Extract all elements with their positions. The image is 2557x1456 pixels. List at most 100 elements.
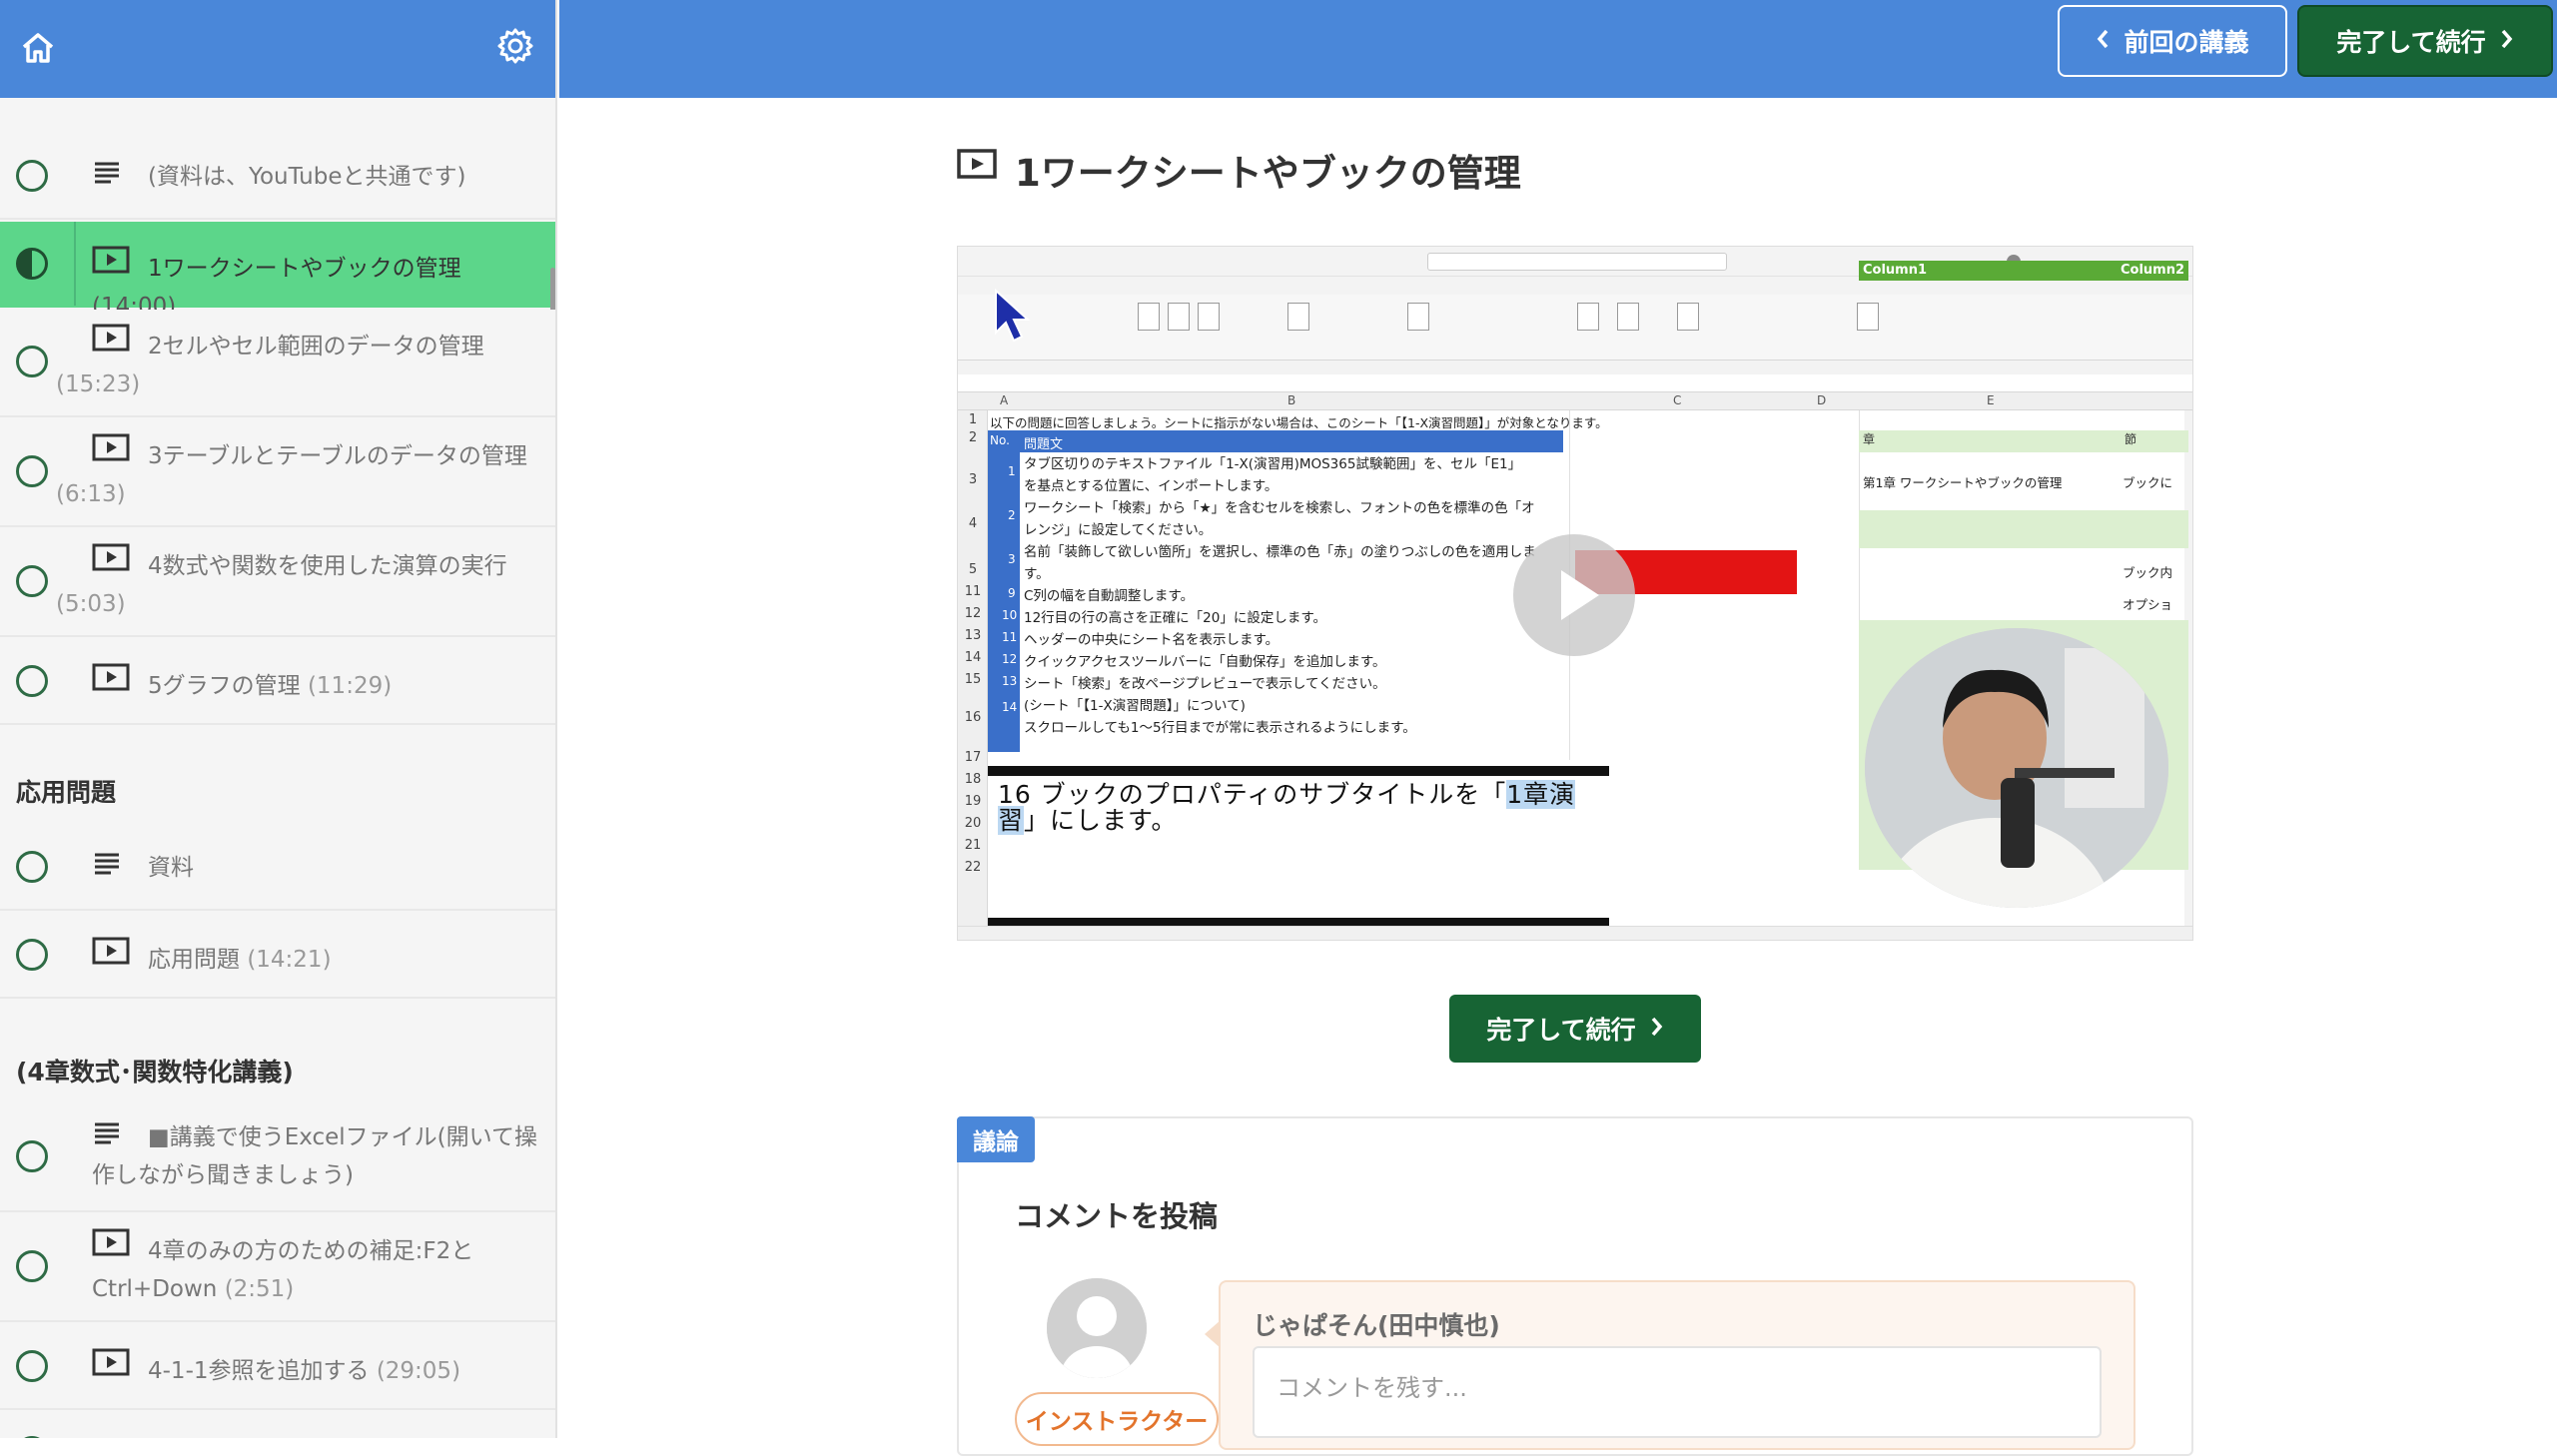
row-divider bbox=[74, 222, 76, 306]
text-lines-icon bbox=[92, 849, 148, 887]
instructor-webcam bbox=[1865, 628, 2168, 908]
caption-box: 16 ブックのプロパティのサブタイトルを「1章演習」にします。 bbox=[988, 766, 1609, 926]
table-header-row: No. 問題文 bbox=[988, 430, 1563, 452]
video-play-icon bbox=[92, 1348, 148, 1390]
lecture-item[interactable]: 4数式や関数を使用した演算の実行 (5:03) bbox=[0, 529, 555, 637]
comment-input[interactable]: コメントを残す... bbox=[1253, 1346, 2102, 1438]
discussion-tag: 議論 bbox=[957, 1116, 1035, 1162]
lecture-label: 3テーブルとテーブルのデータの管理 bbox=[148, 443, 527, 469]
lecture-item[interactable]: 4章のみの方のための補足:F2とCtrl+Down (2:51) bbox=[0, 1214, 555, 1322]
question-cell: スクロールしても1～5行目までが常に表示されるようにします。 bbox=[1024, 720, 1416, 736]
question-cell: C列の幅を自動調整します。 bbox=[1024, 588, 1195, 604]
sidebar-header bbox=[0, 0, 555, 98]
excel-status-bar bbox=[958, 926, 2192, 940]
mouse-cursor bbox=[994, 288, 1034, 347]
lecture-item[interactable]: ■講義で使うExcelファイル(開いて操作しながら聞きましょう) bbox=[0, 1104, 555, 1212]
lecture-item[interactable]: 4-1-1参照を追加する (29:05) bbox=[0, 1324, 555, 1410]
row-number: 5 bbox=[968, 562, 978, 577]
lecture-item[interactable]: 2セルやセル範囲のデータの管理 (15:23) bbox=[0, 310, 555, 417]
complete-continue-button-top[interactable]: 完了して続行 bbox=[2297, 5, 2553, 77]
lecture-item-active[interactable]: 1ワークシートやブックの管理 (14:00) bbox=[0, 222, 555, 320]
section-title-applied: 応用問題 bbox=[16, 778, 117, 807]
row-number: 11 bbox=[964, 584, 982, 599]
question-cell: タブ区切りのテキストファイル「1-X(演習用)MOS365試験範囲」を、セル「E… bbox=[1024, 456, 1522, 472]
home-icon[interactable] bbox=[10, 20, 66, 76]
video-play-icon bbox=[92, 663, 148, 705]
incomplete-status-icon bbox=[16, 160, 48, 192]
row-number: 3 bbox=[968, 472, 978, 487]
lecture-label: ■講義で使うExcelファイル(開いて操作しながら聞きましょう) bbox=[92, 1124, 537, 1188]
lecture-item[interactable]: 応用問題 (14:21) bbox=[0, 913, 555, 999]
question-cell: レンジ」に設定してください。 bbox=[1024, 522, 1213, 538]
chevron-right-icon bbox=[2500, 27, 2514, 56]
lecture-duration: (11:29) bbox=[307, 673, 393, 699]
lecture-item[interactable]: (資料は、YouTubeと共通です) bbox=[0, 134, 555, 220]
video-caption: 16 ブックのプロパティのサブタイトルを「1章演習」にします。 bbox=[998, 780, 1576, 835]
curriculum-sidebar: 本編 (資料は、YouTubeと共通です) 1ワークシートやブックの管理 (14… bbox=[0, 0, 557, 1438]
lecture-title-text: 1ワークシートやブックの管理 bbox=[1015, 152, 1521, 195]
lecture-duration: (29:05) bbox=[376, 1358, 461, 1384]
play-button[interactable] bbox=[1513, 534, 1635, 656]
row-number: 4 bbox=[968, 516, 978, 531]
complete-continue-button[interactable]: 完了して続行 bbox=[1449, 995, 1701, 1063]
lecture-label: 4-1-1参照を追加する bbox=[148, 1358, 370, 1384]
video-player[interactable]: A B C D E 1 2 3 4 5 11 12 13 14 15 16 17… bbox=[957, 246, 2193, 941]
question-cell: す。 bbox=[1024, 566, 1050, 582]
lecture-item[interactable]: 資料 bbox=[0, 825, 555, 911]
video-play-icon bbox=[92, 324, 148, 365]
question-cell: シート「検索」を改ページプレビューで表示してください。 bbox=[1024, 676, 1386, 692]
question-cell: を基点とする位置に、インポートします。 bbox=[1024, 478, 1278, 494]
incomplete-status-icon bbox=[16, 939, 48, 971]
column-header: B bbox=[1287, 393, 1296, 407]
video-play-icon bbox=[92, 433, 148, 475]
incomplete-status-icon bbox=[16, 665, 48, 697]
lecture-label: (資料は、YouTubeと共通です) bbox=[148, 164, 466, 190]
column-header: C bbox=[1673, 393, 1682, 407]
lecture-item[interactable]: 5グラフの管理 (11:29) bbox=[0, 639, 555, 725]
lecture-label: 1ワークシートやブックの管理 bbox=[148, 256, 461, 282]
row-number: 18 bbox=[964, 772, 982, 787]
question-cell: ワークシート「検索」から「★」を含むセルを検索し、フォントの色を標準の色「オ bbox=[1024, 500, 1535, 516]
question-cell: (シート「【1-X演習問題】」について) bbox=[1024, 698, 1246, 714]
excel-column-headers: A B C D E bbox=[958, 392, 2192, 410]
incomplete-status-icon bbox=[16, 1140, 48, 1172]
incomplete-status-icon bbox=[16, 1250, 48, 1282]
section-title-formulas: (4章数式･関数特化講義) bbox=[16, 1058, 294, 1087]
chevron-left-icon bbox=[2096, 27, 2110, 56]
table-cell: 節 bbox=[2125, 432, 2137, 446]
text-lines-icon bbox=[92, 1118, 148, 1156]
lecture-item[interactable]: 3テーブルとテーブルのデータの管理 (6:13) bbox=[0, 419, 555, 527]
column-header: D bbox=[1817, 393, 1827, 407]
lecture-label: 資料 bbox=[148, 855, 194, 881]
video-play-icon bbox=[957, 148, 997, 192]
video-play-icon bbox=[92, 543, 148, 585]
row-number: 21 bbox=[964, 838, 982, 853]
incomplete-status-icon bbox=[16, 346, 48, 377]
row-number: 20 bbox=[964, 816, 982, 831]
question-cell: ヘッダーの中央にシート名を表示します。 bbox=[1024, 632, 1279, 648]
excel-row-numbers: 1 2 3 4 5 11 12 13 14 15 16 17 18 19 20 … bbox=[958, 410, 988, 926]
previous-lecture-button[interactable]: 前回の講義 bbox=[2058, 5, 2287, 77]
lecture-item[interactable] bbox=[0, 1412, 555, 1438]
lecture-duration: (5:03) bbox=[56, 591, 126, 617]
incomplete-status-icon bbox=[16, 1350, 48, 1382]
table-cell: ブックに bbox=[2123, 475, 2173, 490]
settings-gear-icon[interactable] bbox=[487, 16, 543, 76]
incomplete-status-icon bbox=[16, 851, 48, 883]
lecture-title: 1ワークシートやブックの管理 bbox=[957, 140, 1521, 200]
lecture-duration: (15:23) bbox=[56, 371, 141, 397]
table-cell: オプショ bbox=[2123, 597, 2173, 612]
comment-author-name: じゃぱそん(田中慎也) bbox=[1253, 1311, 1500, 1340]
incomplete-status-icon bbox=[16, 455, 48, 487]
row-number: 17 bbox=[964, 750, 982, 765]
table-cell: 章 bbox=[1863, 432, 1876, 446]
row-number: 14 bbox=[964, 650, 982, 665]
in-progress-status-icon bbox=[16, 248, 48, 280]
previous-lecture-label: 前回の講義 bbox=[2124, 28, 2249, 57]
row-number: 13 bbox=[964, 628, 982, 643]
complete-continue-label: 完了して続行 bbox=[2336, 28, 2486, 57]
row-number: 16 bbox=[964, 710, 982, 725]
video-play-icon bbox=[92, 246, 148, 288]
question-cell: 名前「装飾して欲しい箇所」を選択し、標準の色「赤」の塗りつぶしの色を適用しま bbox=[1024, 544, 1536, 560]
row-number: 22 bbox=[964, 860, 982, 875]
